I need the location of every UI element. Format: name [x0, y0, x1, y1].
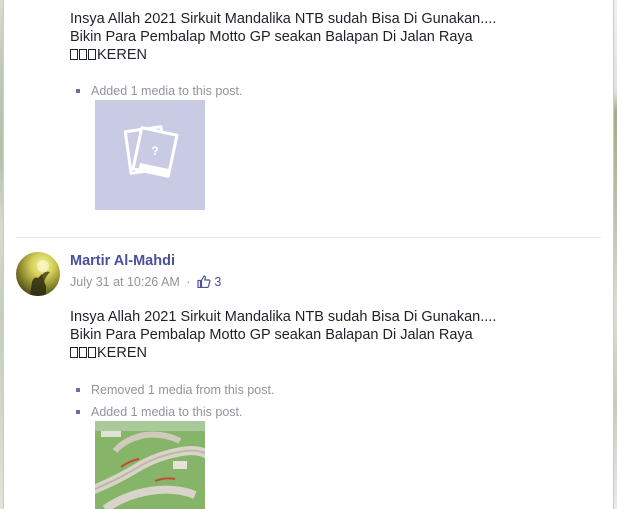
- edit-log-top: Added 1 media to this post.: [76, 80, 242, 102]
- post-text-suffix: KEREN: [97, 345, 147, 361]
- log-item-text: Added 1 media to this post.: [91, 405, 243, 419]
- meta-separator: ·: [186, 275, 191, 289]
- bullet-icon: [76, 410, 80, 414]
- thumbs-up-icon: [197, 275, 211, 288]
- log-item: Added 1 media to this post.: [76, 80, 242, 102]
- post-text-line-emoji: KEREN: [70, 46, 496, 64]
- author-name-link[interactable]: Martir Al-Mahdi: [70, 253, 175, 269]
- media-thumbnail-circuit[interactable]: [95, 421, 205, 509]
- post-text-top: Insya Allah 2021 Sirkuit Mandalika NTB s…: [70, 10, 496, 64]
- emoji-glyph: [79, 49, 87, 60]
- revision-divider: [16, 237, 601, 238]
- emoji-glyph: [79, 347, 87, 358]
- emoji-glyph: [88, 347, 96, 358]
- post-text-suffix: KEREN: [97, 47, 147, 63]
- post-text-bottom: Insya Allah 2021 Sirkuit Mandalika NTB s…: [70, 308, 496, 362]
- post-meta: July 31 at 10:26 AM · 3: [70, 274, 221, 290]
- post-timestamp[interactable]: July 31 at 10:26 AM: [70, 275, 180, 289]
- avatar[interactable]: [16, 252, 60, 296]
- post-text-line: Bikin Para Pembalap Motto GP seakan Bala…: [70, 29, 473, 45]
- media-placeholder-thumbnail[interactable]: ?: [95, 100, 205, 210]
- like-reaction[interactable]: 3: [197, 275, 221, 289]
- log-item-text: Removed 1 media from this post.: [91, 383, 275, 397]
- edit-log-bottom: Removed 1 media from this post. Added 1 …: [76, 379, 274, 423]
- avatar-image: [30, 260, 50, 296]
- emoji-glyph: [88, 49, 96, 60]
- missing-photo-icon: ?: [123, 125, 179, 178]
- log-item: Removed 1 media from this post.: [76, 379, 274, 401]
- emoji-glyph: [70, 347, 78, 358]
- bullet-icon: [76, 89, 80, 93]
- post-text-line-emoji: KEREN: [70, 344, 496, 362]
- post-text-line: Insya Allah 2021 Sirkuit Mandalika NTB s…: [70, 309, 497, 325]
- race-circuit-photo: [95, 421, 205, 509]
- bullet-icon: [76, 388, 80, 392]
- edit-history-dialog: Insya Allah 2021 Sirkuit Mandalika NTB s…: [4, 0, 613, 509]
- like-count: 3: [214, 275, 222, 289]
- log-item-text: Added 1 media to this post.: [91, 84, 243, 98]
- log-item: Added 1 media to this post.: [76, 401, 274, 423]
- post-text-line: Bikin Para Pembalap Motto GP seakan Bala…: [70, 327, 473, 343]
- svg-text:?: ?: [151, 144, 158, 158]
- post-text-line: Insya Allah 2021 Sirkuit Mandalika NTB s…: [70, 11, 497, 27]
- emoji-glyph: [70, 49, 78, 60]
